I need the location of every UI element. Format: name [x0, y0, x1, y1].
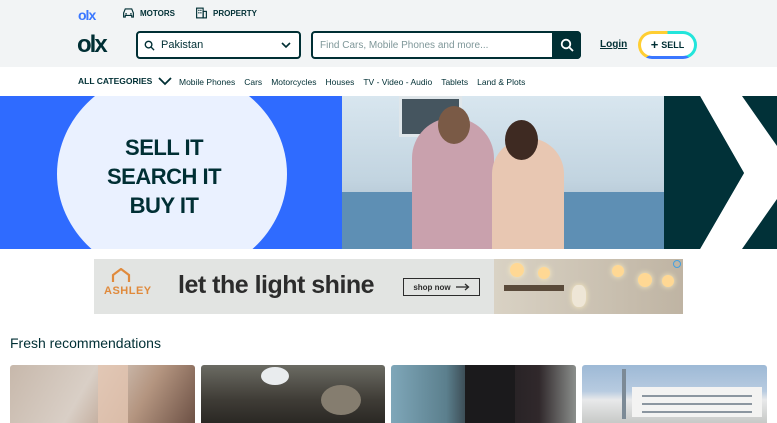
hero-photo	[342, 96, 664, 249]
ashley-ad-banner[interactable]: ASHLEY let the light shine shop now	[94, 259, 683, 314]
motors-link[interactable]: MOTORS	[122, 7, 175, 19]
lamp	[662, 275, 674, 287]
category-link[interactable]: Mobile Phones	[179, 77, 235, 87]
category-link[interactable]: Motorcycles	[271, 77, 316, 87]
person-woman-head	[505, 120, 538, 160]
adchoices-icon[interactable]	[673, 260, 681, 268]
olx-mini-logo[interactable]: olx	[78, 7, 96, 23]
ad-slogan: let the light shine	[178, 271, 375, 299]
listing-image-pole	[622, 369, 626, 419]
olx-logo[interactable]: olx	[77, 33, 108, 57]
pendant-lamp	[572, 285, 586, 307]
listing-image-light	[261, 367, 289, 385]
sell-button[interactable]: + SELL	[638, 31, 697, 59]
building-icon	[196, 7, 207, 19]
lamp	[612, 265, 624, 277]
x-shape-graphic	[664, 96, 777, 249]
category-link[interactable]: Houses	[326, 77, 355, 87]
category-link[interactable]: Tablets	[441, 77, 468, 87]
lamp	[638, 273, 652, 287]
ashley-logo: ASHLEY	[104, 268, 151, 297]
chandelier-bar	[504, 285, 564, 291]
location-value: Pakistan	[161, 39, 204, 51]
chevron-down-icon	[158, 77, 172, 86]
listing-image-phone	[98, 365, 128, 423]
property-label: PROPERTY	[213, 8, 258, 18]
sell-label: SELL	[661, 40, 685, 50]
sell-button-inner: + SELL	[641, 34, 694, 56]
hero-tagline: SELL IT SEARCH IT BUY IT	[107, 133, 222, 220]
hero-banner[interactable]: SELL IT SEARCH IT BUY IT	[0, 96, 777, 249]
building-windows	[642, 395, 752, 397]
arrow-right-icon	[455, 283, 470, 291]
location-select[interactable]: Pakistan	[136, 31, 301, 59]
all-categories-toggle[interactable]: ALL CATEGORIES	[78, 76, 172, 86]
chevron-down-icon	[281, 42, 291, 49]
ad-lights-image	[494, 259, 683, 314]
car-icon	[123, 8, 134, 18]
hero-brand-panel	[664, 96, 777, 249]
listing-image-object	[321, 385, 361, 415]
all-categories-label: ALL CATEGORIES	[78, 76, 153, 86]
category-link[interactable]: Land & Plots	[477, 77, 525, 87]
building-windows	[642, 411, 752, 413]
search-button[interactable]	[552, 31, 581, 59]
ad-cta: shop now	[413, 282, 451, 292]
search-input[interactable]	[313, 33, 552, 57]
plus-icon: +	[650, 37, 659, 52]
tagline-line: SELL IT	[125, 135, 204, 160]
tagline-line: BUY IT	[129, 193, 199, 218]
person-man-head	[438, 106, 470, 144]
lamp	[538, 267, 550, 279]
category-links: Mobile Phones Cars Motorcycles Houses TV…	[179, 77, 525, 87]
ad-shop-button[interactable]: shop now	[403, 278, 480, 296]
login-link[interactable]: Login	[600, 39, 627, 50]
listing-image-dress	[465, 365, 515, 423]
building-windows	[642, 403, 752, 405]
category-link[interactable]: Cars	[244, 77, 262, 87]
search-icon	[560, 38, 574, 52]
listing-card[interactable]	[10, 365, 195, 423]
tagline-line: SEARCH IT	[107, 164, 222, 189]
listing-card[interactable]	[391, 365, 576, 423]
search-box	[311, 31, 581, 59]
property-link[interactable]: PROPERTY	[195, 7, 257, 19]
listing-card[interactable]	[582, 365, 767, 423]
house-icon	[111, 268, 131, 282]
motors-label: MOTORS	[140, 8, 175, 18]
listing-card[interactable]	[201, 365, 385, 423]
ad-brand: ASHLEY	[104, 285, 152, 297]
section-title: Fresh recommendations	[10, 335, 161, 351]
lamp	[510, 263, 524, 277]
search-icon	[144, 40, 155, 51]
category-link[interactable]: TV - Video - Audio	[363, 77, 432, 87]
